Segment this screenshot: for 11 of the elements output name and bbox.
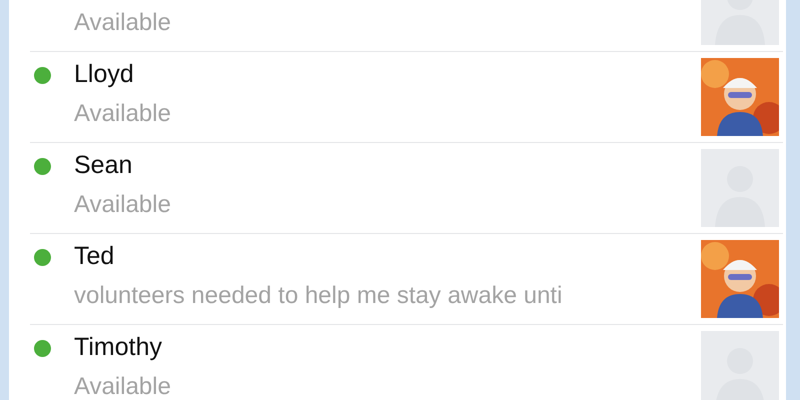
contact-name: Sean [74, 151, 132, 179]
status-message: Available [74, 190, 172, 220]
contact-name: Timothy [74, 333, 162, 361]
contact-name: Ted [74, 242, 114, 270]
status-message: Available [74, 372, 172, 400]
default-avatar-icon [701, 149, 779, 227]
status-message: volunteers needed to help me stay awake unti [74, 281, 564, 311]
default-avatar-icon [701, 331, 779, 400]
status-message: Available [74, 8, 172, 38]
contact-name: Lloyd [74, 60, 134, 88]
status-message: Available [74, 99, 172, 129]
